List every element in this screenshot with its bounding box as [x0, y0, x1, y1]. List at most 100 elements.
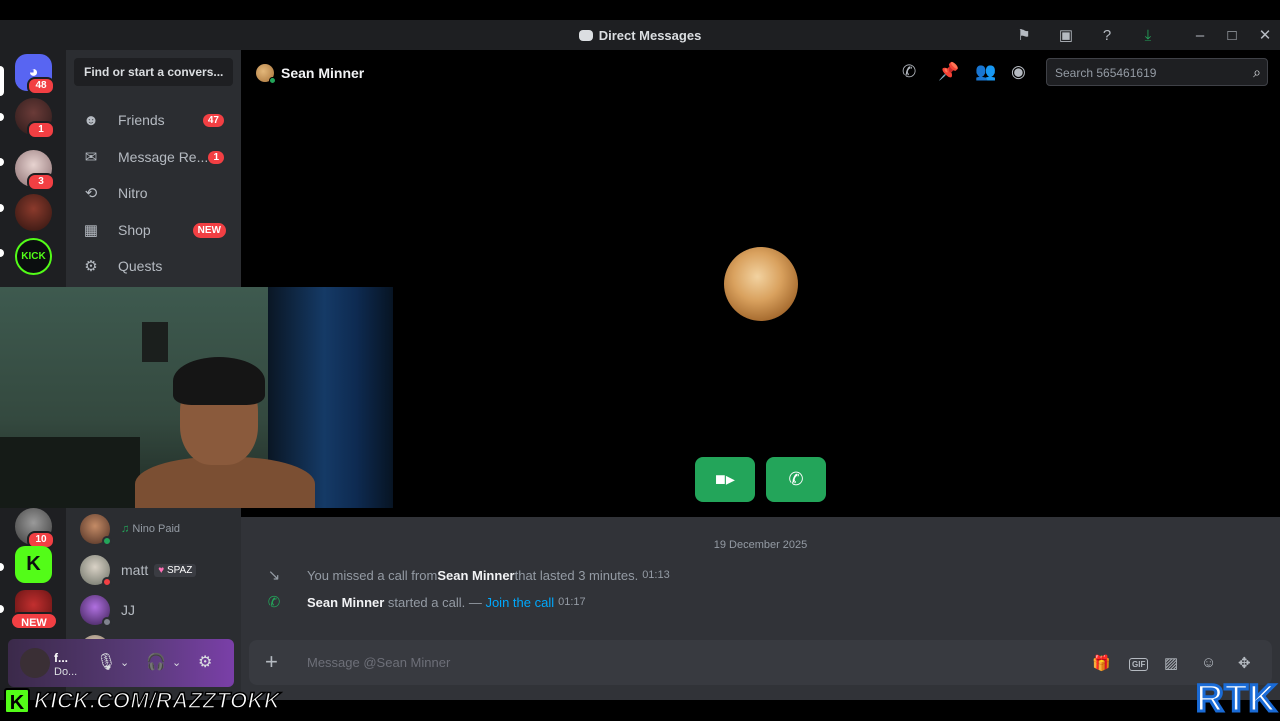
webcam-furniture [0, 437, 140, 508]
caller-avatar [724, 247, 798, 321]
minimize-button[interactable]: – [1190, 25, 1210, 45]
avatar [80, 514, 112, 546]
new-badge: NEW [10, 612, 58, 630]
nav-shop[interactable]: ▦ Shop NEW [74, 214, 234, 246]
home-button[interactable]: ◕ 48 [15, 54, 55, 95]
unread-indicator [0, 249, 4, 257]
call-area: Sean Minner ✆ 📌 👥 ◉ Search 565461619 ⌕ ■… [241, 50, 1280, 517]
header-avatar [256, 64, 276, 84]
message-author[interactable]: Sean Minner [437, 568, 514, 583]
find-conversation-button[interactable]: Find or start a convers... [74, 58, 233, 86]
unread-indicator [0, 113, 4, 121]
dm-item[interactable]: ♫ Nino Paid [76, 511, 236, 547]
server-icon[interactable]: 10 [15, 508, 55, 549]
phone-icon: ✆ [788, 469, 804, 489]
flag-icon[interactable]: ⚑ [1014, 25, 1034, 45]
message-author[interactable]: Sean Minner [307, 595, 384, 610]
join-call-link[interactable]: Join the call [485, 595, 554, 610]
help-icon[interactable]: ? [1097, 25, 1117, 45]
window-title: Direct Messages [0, 28, 1280, 43]
chevron-down-icon[interactable]: ⌄ [172, 656, 181, 669]
nav-message-requests[interactable]: ✉ Message Re... 1 [74, 141, 234, 173]
avatar [80, 595, 112, 627]
server-icon[interactable]: 1 [15, 98, 55, 139]
kick-server-icon[interactable]: K [15, 546, 52, 583]
kick-logo-icon: K [4, 688, 30, 714]
webcam-overlay [0, 287, 393, 508]
gift-icon[interactable]: 🎁 [1092, 654, 1111, 672]
unread-indicator [0, 605, 4, 613]
search-input[interactable]: Search 565461619 ⌕ [1046, 58, 1268, 86]
selected-indicator [0, 66, 4, 96]
started-call-message: ✆ Sean Minner started a call. — Join the… [265, 593, 586, 611]
download-icon[interactable]: ⤓ [1138, 25, 1158, 45]
call-icon: ✆ [267, 594, 281, 611]
dm-name: matt [121, 562, 149, 578]
offline-status-icon [102, 617, 112, 627]
video-call-button[interactable]: ■▸ [695, 457, 755, 502]
unread-indicator [0, 563, 4, 571]
video-camera-icon: ■▸ [715, 469, 735, 489]
date-divider: 19 December 2025 [713, 539, 808, 551]
title-bar: Direct Messages ⚑ ▣ ? ⤓ – □ ✕ [0, 20, 1280, 50]
nav-label: Nitro [118, 185, 148, 201]
webcam-poster [142, 322, 168, 362]
shop-icon: ▦ [83, 222, 99, 239]
user-profile-icon[interactable]: ◉ [1011, 62, 1026, 82]
apps-icon[interactable]: ✥ [1238, 654, 1251, 672]
dm-item-matt[interactable]: matt ♥ SPAZ [76, 552, 236, 588]
friends-count-badge: 47 [202, 113, 224, 127]
dnd-status-icon [102, 577, 112, 587]
chevron-down-icon[interactable]: ⌄ [120, 656, 129, 669]
mail-icon: ✉ [84, 149, 98, 166]
pin-icon[interactable]: 📌 [938, 62, 959, 82]
search-icon: ⌕ [1253, 64, 1261, 80]
voice-call-icon[interactable]: ✆ [902, 62, 916, 82]
dm-item-jj[interactable]: JJ [76, 592, 236, 628]
timestamp: 01:17 [558, 596, 586, 608]
headphones-icon[interactable]: 🎧 [146, 652, 166, 672]
server-badge: 1 [27, 121, 55, 139]
nav-nitro[interactable]: ⟲ Nitro [74, 177, 234, 209]
nav-friends[interactable]: ☻ Friends 47 [74, 104, 234, 136]
kick-url-overlay: K KICK.COM/RAZZTOKK [4, 686, 310, 716]
message-input[interactable]: Message @Sean Minner [307, 655, 450, 670]
add-attachment-icon[interactable]: + [265, 649, 278, 675]
nav-label: Shop [118, 222, 151, 238]
unread-indicator [0, 158, 4, 166]
user-name: f... [54, 651, 68, 665]
rtk-logo: RTK [1194, 677, 1278, 721]
nav-label: Friends [118, 112, 165, 128]
settings-gear-icon[interactable]: ⚙ [198, 652, 212, 672]
message-composer: + Message @Sean Minner 🎁 GIF ▨ ☺ ✥ [249, 640, 1272, 685]
server-icon[interactable]: 3 [15, 150, 55, 191]
music-icon: ♫ [121, 523, 130, 535]
discord-icon [578, 30, 593, 41]
server-avatar [15, 194, 52, 231]
home-badge: 48 [27, 77, 55, 95]
requests-count-badge: 1 [208, 150, 224, 164]
gif-button[interactable]: GIF [1129, 658, 1149, 671]
kick-url-text: KICK.COM/RAZZTOKK [33, 687, 281, 714]
header-title: Sean Minner [281, 65, 365, 81]
microphone-icon[interactable]: 🎙 [96, 652, 116, 672]
nav-label: Quests [118, 258, 163, 274]
streamer [135, 357, 315, 508]
server-badge: 3 [27, 173, 55, 191]
sticker-icon[interactable]: ▨ [1164, 654, 1178, 672]
add-friends-icon[interactable]: 👥 [975, 62, 996, 82]
emoji-icon[interactable]: ☺ [1201, 654, 1216, 671]
user-avatar[interactable] [20, 648, 50, 678]
screen-share-icon[interactable]: ▣ [1056, 25, 1076, 45]
online-status-icon [269, 77, 276, 84]
avatar [80, 555, 112, 587]
maximize-button[interactable]: □ [1222, 25, 1242, 45]
server-tag: ♥ SPAZ [154, 563, 197, 577]
join-voice-call-button[interactable]: ✆ [766, 457, 826, 502]
nav-quests[interactable]: ⚙ Quests [74, 250, 234, 282]
online-status-icon [102, 536, 112, 546]
nav-label: Message Re... [118, 149, 209, 165]
close-button[interactable]: ✕ [1255, 25, 1275, 45]
kick-server-icon[interactable]: KICK [15, 238, 52, 275]
server-icon[interactable] [15, 194, 52, 231]
